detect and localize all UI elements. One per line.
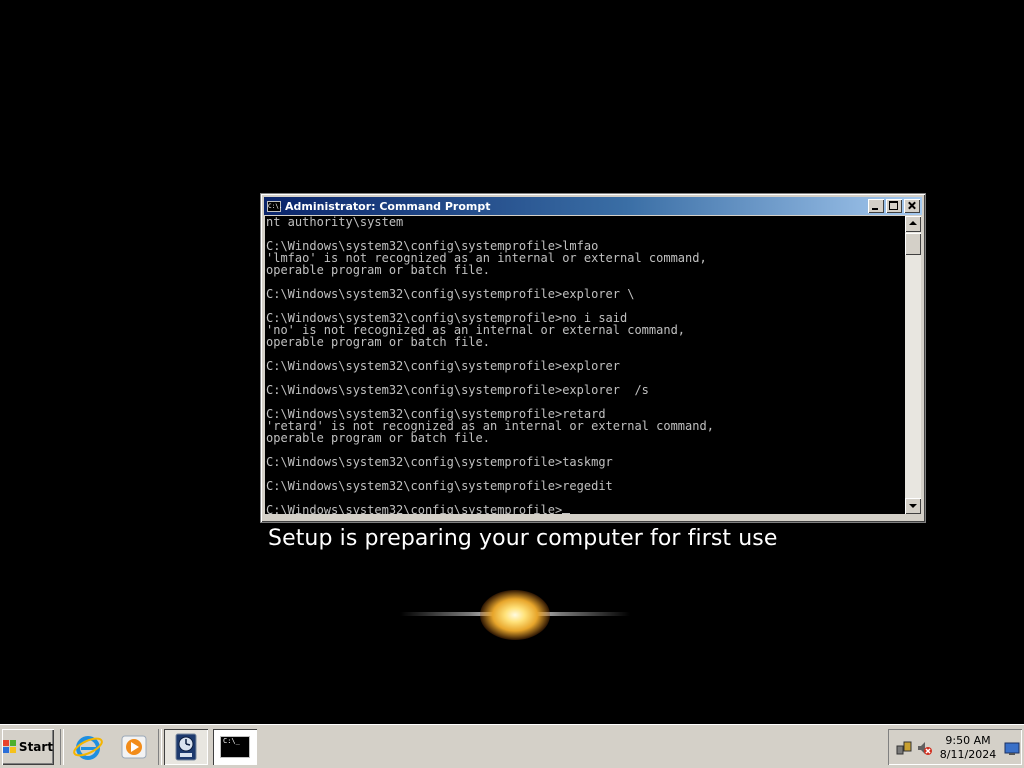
windows-flag-icon [2, 740, 17, 754]
console-line: operable program or batch file. [266, 431, 490, 445]
console-line: operable program or batch file. [266, 263, 490, 277]
console-lines: nt authority\system C:\Windows\system32\c… [265, 216, 906, 514]
command-prompt-window[interactable]: C:\. Administrator: Command Prompt nt au… [260, 193, 926, 523]
quick-launch-separator [60, 729, 64, 765]
media-player-icon[interactable] [118, 731, 150, 763]
text-cursor [562, 513, 571, 514]
internet-explorer-icon[interactable] [72, 731, 104, 763]
scroll-up-button[interactable] [905, 216, 921, 232]
clock-date[interactable]: 8/11/2024 [932, 748, 1004, 761]
start-label: Start [18, 740, 54, 754]
console-line: C:\Windows\system32\config\systemprofile… [266, 287, 635, 301]
setup-status-message: Setup is preparing your computer for fir… [268, 526, 778, 551]
start-button[interactable]: Start [2, 729, 54, 765]
system-tray: 9:50 AM 8/11/2024 [888, 729, 1022, 765]
console-line: operable program or batch file. [266, 335, 490, 349]
taskbar-button-command-prompt[interactable]: C:\_ [213, 729, 257, 765]
window-titlebar[interactable]: C:\. Administrator: Command Prompt [264, 197, 922, 215]
command-prompt-icon: C:\_ [220, 736, 250, 758]
maximize-button[interactable] [886, 199, 902, 213]
scroll-down-button[interactable] [905, 498, 921, 514]
command-prompt-icon[interactable]: C:\. [267, 200, 282, 212]
taskbar: Start C:\_ 9:50 AM 8/11/2024 [0, 724, 1024, 768]
scroll-thumb[interactable] [905, 233, 921, 255]
minimize-button[interactable] [868, 199, 884, 213]
console-line: C:\Windows\system32\config\systemprofile… [266, 383, 649, 397]
clock-time[interactable]: 9:50 AM [932, 734, 1004, 747]
close-button[interactable] [904, 199, 920, 213]
console-line: C:\Windows\system32\config\systemprofile… [266, 359, 621, 373]
console-line: C:\Windows\system32\config\systemprofile… [266, 479, 613, 493]
task-separator [158, 729, 162, 765]
show-desktop-icon[interactable] [1004, 740, 1020, 756]
desktop: C:\. Administrator: Command Prompt nt au… [0, 0, 1024, 724]
window-title: Administrator: Command Prompt [285, 199, 491, 213]
volume-muted-icon[interactable] [916, 740, 932, 756]
console-output[interactable]: nt authority\system C:\Windows\system32\c… [265, 216, 906, 514]
vertical-scrollbar[interactable] [905, 216, 921, 514]
console-line: nt authority\system [266, 216, 404, 229]
console-line: C:\Windows\system32\config\systemprofile… [266, 504, 906, 514]
setup-glow-icon [480, 590, 550, 640]
network-icon[interactable] [896, 740, 912, 756]
taskbar-button-system-clock-app[interactable] [164, 729, 208, 765]
system-clock-app-icon [175, 733, 197, 761]
console-line: C:\Windows\system32\config\systemprofile… [266, 455, 613, 469]
